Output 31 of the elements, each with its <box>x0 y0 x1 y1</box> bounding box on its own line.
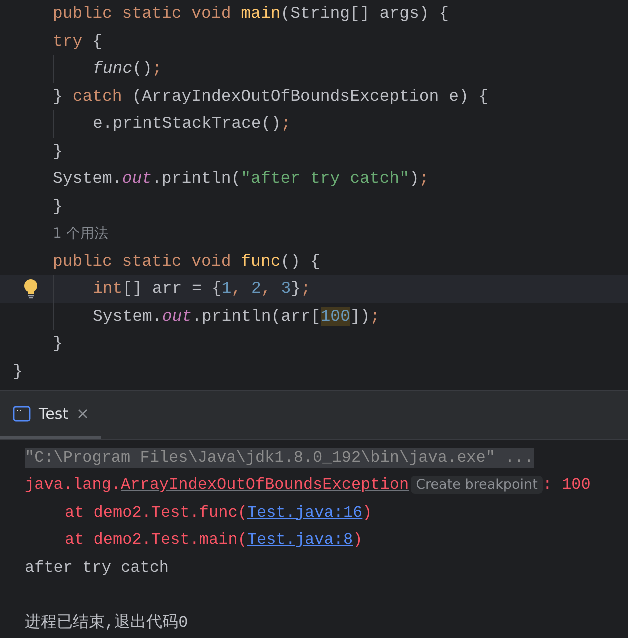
code-line: e.printStackTrace(); <box>93 114 292 134</box>
lightbulb-icon[interactable] <box>23 279 39 299</box>
create-breakpoint-chip[interactable]: Create breakpoint <box>411 476 543 494</box>
code-line: int[] arr = {1, 2, 3}; <box>93 279 311 298</box>
output-text: 进程已结束,退出代码0 <box>25 612 188 634</box>
exception-link[interactable]: ArrayIndexOutOfBoundsException <box>121 476 410 494</box>
code-line: } <box>53 334 63 354</box>
output-text: after try catch <box>25 558 170 577</box>
code-line: } <box>13 362 23 381</box>
code-line: func(); <box>93 59 162 78</box>
file-link[interactable]: Test.java:16 <box>247 504 363 522</box>
error-text: at demo2.Test.func( <box>65 504 248 522</box>
code-line: } catch (ArrayIndexOutOfBoundsException e) { <box>53 86 489 106</box>
code-line: } <box>53 142 63 161</box>
code-line: } <box>53 196 63 216</box>
usage-hint[interactable]: 1 个用法 <box>53 224 108 243</box>
code-line: public static void func() { <box>53 252 320 271</box>
command-line-text: "C:\Program Files\Java\jdk1.8.0_192\bin\java.exe" ... <box>25 448 534 468</box>
code-line: try { <box>53 32 103 51</box>
error-text: java.lang. <box>25 476 122 494</box>
close-icon[interactable] <box>76 408 89 420</box>
error-text: ) <box>353 531 363 550</box>
code-line: System.out.println(arr[100]); <box>93 306 380 326</box>
error-text: ) <box>362 504 372 522</box>
code-line: System.out.println("after try catch"); <box>53 169 430 188</box>
error-text: : 100 <box>542 476 591 494</box>
error-text: at demo2.Test.main( <box>65 531 248 550</box>
run-tab[interactable]: Test <box>0 391 101 439</box>
console-window-icon <box>13 406 31 422</box>
file-link[interactable]: Test.java:8 <box>247 531 354 550</box>
code-line: public static void main(String[] args) { <box>53 4 450 24</box>
